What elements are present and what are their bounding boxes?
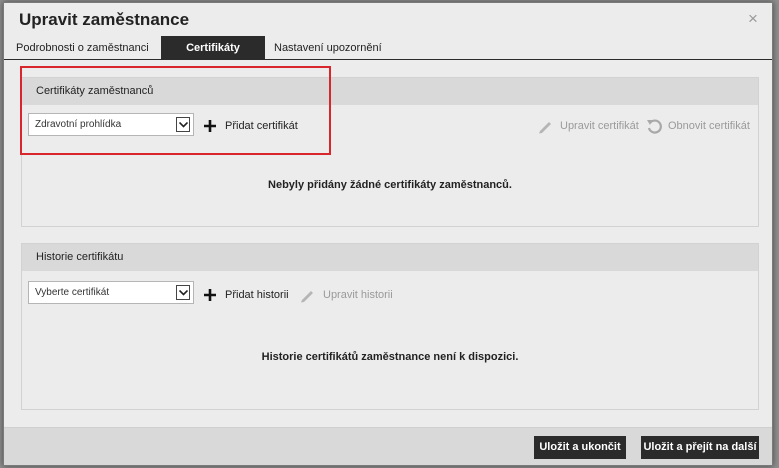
renew-icon [646, 118, 662, 139]
save-and-close-button[interactable]: Uložit a ukončit [534, 436, 626, 459]
history-heading: Historie certifikátu [22, 244, 758, 271]
renew-certificate-label: Obnovit certifikát [668, 120, 750, 132]
history-section: Historie certifikátu Vyberte certifikát … [21, 243, 759, 410]
close-icon[interactable]: × [748, 10, 758, 27]
plus-icon [202, 287, 218, 308]
chevron-down-icon [176, 285, 190, 300]
add-history-button[interactable]: Přidat historii [202, 287, 292, 303]
tab-employee-details[interactable]: Podrobnosti o zaměstnanci [16, 36, 164, 60]
edit-history-button[interactable]: Upravit historii [299, 287, 394, 303]
history-certificate-select[interactable]: Vyberte certifikát [28, 281, 194, 304]
dialog-footer: Uložit a ukončit Uložit a přejít na dalš… [4, 427, 772, 465]
renew-certificate-button[interactable]: Obnovit certifikát [646, 118, 754, 134]
pencil-icon [537, 118, 553, 139]
tab-notification-settings[interactable]: Nastavení upozornění [274, 36, 404, 60]
edit-certificate-label: Upravit certifikát [560, 120, 639, 132]
edit-certificate-button[interactable]: Upravit certifikát [537, 118, 642, 134]
save-and-next-button[interactable]: Uložit a přejít na další [641, 436, 759, 459]
history-empty-message: Historie certifikátů zaměstnance není k … [261, 351, 519, 363]
edit-history-label: Upravit historii [323, 289, 393, 301]
tab-certificates[interactable]: Certifikáty [161, 36, 265, 60]
certificates-empty-message: Nebyly přidány žádné certifikáty zaměstn… [268, 179, 512, 191]
dialog-title: Upravit zaměstnance [19, 10, 190, 29]
add-history-label: Přidat historii [225, 289, 289, 301]
history-select-value: Vyberte certifikát [35, 287, 110, 298]
highlight-box [20, 66, 331, 155]
pencil-icon [299, 287, 315, 308]
tab-bar: Podrobnosti o zaměstnanci Certifikáty Na… [4, 36, 772, 60]
